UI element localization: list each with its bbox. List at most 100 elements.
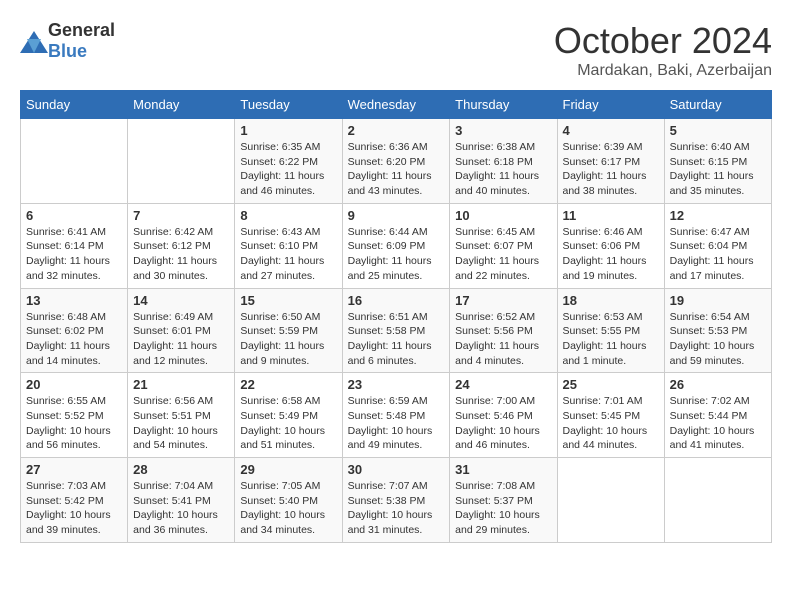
day-info: Sunrise: 6:45 AMSunset: 6:07 PMDaylight:…: [455, 225, 551, 284]
day-info: Sunrise: 6:52 AMSunset: 5:56 PMDaylight:…: [455, 310, 551, 369]
day-number: 27: [26, 462, 122, 477]
day-info: Sunrise: 7:07 AMSunset: 5:38 PMDaylight:…: [348, 479, 445, 538]
day-number: 13: [26, 293, 122, 308]
day-number: 9: [348, 208, 445, 223]
day-info: Sunrise: 7:03 AMSunset: 5:42 PMDaylight:…: [26, 479, 122, 538]
day-info: Sunrise: 6:49 AMSunset: 6:01 PMDaylight:…: [133, 310, 229, 369]
day-info: Sunrise: 6:42 AMSunset: 6:12 PMDaylight:…: [133, 225, 229, 284]
day-info: Sunrise: 6:47 AMSunset: 6:04 PMDaylight:…: [670, 225, 766, 284]
calendar-cell: 14 Sunrise: 6:49 AMSunset: 6:01 PMDayligh…: [128, 288, 235, 373]
calendar-cell: 15 Sunrise: 6:50 AMSunset: 5:59 PMDayligh…: [235, 288, 342, 373]
calendar-cell: 9 Sunrise: 6:44 AMSunset: 6:09 PMDaylight…: [342, 203, 450, 288]
calendar-cell: 3Sunrise: 6:38 AMSunset: 6:18 PMDaylight…: [450, 119, 557, 204]
day-number: 24: [455, 377, 551, 392]
calendar-cell: [557, 458, 664, 543]
day-info: Sunrise: 7:05 AMSunset: 5:40 PMDaylight:…: [240, 479, 336, 538]
day-number: 18: [563, 293, 659, 308]
day-number: 26: [670, 377, 766, 392]
day-number: 8: [240, 208, 336, 223]
day-number: 1: [240, 123, 336, 138]
day-number: 12: [670, 208, 766, 223]
day-info: Sunrise: 7:01 AMSunset: 5:45 PMDaylight:…: [563, 394, 659, 453]
day-info: Sunrise: 6:35 AMSunset: 6:22 PMDaylight:…: [240, 140, 336, 199]
calendar-cell: [128, 119, 235, 204]
day-info: Sunrise: 6:56 AMSunset: 5:51 PMDaylight:…: [133, 394, 229, 453]
day-info: Sunrise: 6:58 AMSunset: 5:49 PMDaylight:…: [240, 394, 336, 453]
calendar-cell: 16 Sunrise: 6:51 AMSunset: 5:58 PMDayligh…: [342, 288, 450, 373]
weekday-header-friday: Friday: [557, 91, 664, 119]
calendar-cell: 11Sunrise: 6:46 AMSunset: 6:06 PMDayligh…: [557, 203, 664, 288]
calendar-cell: 10 Sunrise: 6:45 AMSunset: 6:07 PMDayligh…: [450, 203, 557, 288]
day-info: Sunrise: 6:41 AMSunset: 6:14 PMDaylight:…: [26, 225, 122, 284]
month-title: October 2024: [554, 20, 772, 62]
day-info: Sunrise: 6:40 AMSunset: 6:15 PMDaylight:…: [670, 140, 766, 199]
day-info: Sunrise: 7:02 AMSunset: 5:44 PMDaylight:…: [670, 394, 766, 453]
day-number: 16: [348, 293, 445, 308]
calendar-cell: [664, 458, 771, 543]
calendar-table: SundayMondayTuesdayWednesdayThursdayFrid…: [20, 90, 772, 543]
day-number: 3: [455, 123, 551, 138]
day-number: 4: [563, 123, 659, 138]
calendar-cell: 20 Sunrise: 6:55 AMSunset: 5:52 PMDayligh…: [21, 373, 128, 458]
day-number: 14: [133, 293, 229, 308]
calendar-cell: 17 Sunrise: 6:52 AMSunset: 5:56 PMDayligh…: [450, 288, 557, 373]
weekday-header-wednesday: Wednesday: [342, 91, 450, 119]
day-info: Sunrise: 6:51 AMSunset: 5:58 PMDaylight:…: [348, 310, 445, 369]
page-header: General Blue October 2024 Mardakan, Baki…: [20, 20, 772, 80]
calendar-cell: 24 Sunrise: 7:00 AMSunset: 5:46 PMDayligh…: [450, 373, 557, 458]
calendar-cell: 30 Sunrise: 7:07 AMSunset: 5:38 PMDayligh…: [342, 458, 450, 543]
calendar-cell: 12 Sunrise: 6:47 AMSunset: 6:04 PMDayligh…: [664, 203, 771, 288]
day-info: Sunrise: 6:39 AMSunset: 6:17 PMDaylight:…: [563, 140, 659, 199]
day-info: Sunrise: 6:54 AMSunset: 5:53 PMDaylight:…: [670, 310, 766, 369]
logo: General Blue: [20, 20, 115, 62]
weekday-header-monday: Monday: [128, 91, 235, 119]
day-info: Sunrise: 6:53 AMSunset: 5:55 PMDaylight:…: [563, 310, 659, 369]
weekday-header-sunday: Sunday: [21, 91, 128, 119]
day-number: 31: [455, 462, 551, 477]
day-number: 6: [26, 208, 122, 223]
calendar-cell: 29Sunrise: 7:05 AMSunset: 5:40 PMDayligh…: [235, 458, 342, 543]
calendar-cell: [21, 119, 128, 204]
day-info: Sunrise: 6:44 AMSunset: 6:09 PMDaylight:…: [348, 225, 445, 284]
title-block: October 2024 Mardakan, Baki, Azerbaijan: [554, 20, 772, 80]
logo-text: General Blue: [48, 20, 115, 62]
day-number: 5: [670, 123, 766, 138]
calendar-cell: 25 Sunrise: 7:01 AMSunset: 5:45 PMDayligh…: [557, 373, 664, 458]
day-info: Sunrise: 7:04 AMSunset: 5:41 PMDaylight:…: [133, 479, 229, 538]
day-info: Sunrise: 6:46 AMSunset: 6:06 PMDaylight:…: [563, 225, 659, 284]
day-number: 21: [133, 377, 229, 392]
day-info: Sunrise: 6:43 AMSunset: 6:10 PMDaylight:…: [240, 225, 336, 284]
calendar-cell: 7Sunrise: 6:42 AMSunset: 6:12 PMDaylight…: [128, 203, 235, 288]
day-number: 10: [455, 208, 551, 223]
calendar-cell: 6 Sunrise: 6:41 AMSunset: 6:14 PMDaylight…: [21, 203, 128, 288]
day-number: 15: [240, 293, 336, 308]
day-info: Sunrise: 6:55 AMSunset: 5:52 PMDaylight:…: [26, 394, 122, 453]
calendar-cell: 22Sunrise: 6:58 AMSunset: 5:49 PMDayligh…: [235, 373, 342, 458]
calendar-cell: 1 Sunrise: 6:35 AMSunset: 6:22 PMDaylight…: [235, 119, 342, 204]
day-info: Sunrise: 7:08 AMSunset: 5:37 PMDaylight:…: [455, 479, 551, 538]
day-number: 19: [670, 293, 766, 308]
weekday-header-saturday: Saturday: [664, 91, 771, 119]
calendar-cell: 13 Sunrise: 6:48 AMSunset: 6:02 PMDayligh…: [21, 288, 128, 373]
day-info: Sunrise: 6:48 AMSunset: 6:02 PMDaylight:…: [26, 310, 122, 369]
day-info: Sunrise: 6:50 AMSunset: 5:59 PMDaylight:…: [240, 310, 336, 369]
calendar-cell: 19 Sunrise: 6:54 AMSunset: 5:53 PMDayligh…: [664, 288, 771, 373]
weekday-header-tuesday: Tuesday: [235, 91, 342, 119]
day-number: 30: [348, 462, 445, 477]
calendar-cell: 28Sunrise: 7:04 AMSunset: 5:41 PMDayligh…: [128, 458, 235, 543]
calendar-cell: 31 Sunrise: 7:08 AMSunset: 5:37 PMDayligh…: [450, 458, 557, 543]
location-title: Mardakan, Baki, Azerbaijan: [554, 62, 772, 80]
day-info: Sunrise: 6:59 AMSunset: 5:48 PMDaylight:…: [348, 394, 445, 453]
day-number: 17: [455, 293, 551, 308]
calendar-cell: 27 Sunrise: 7:03 AMSunset: 5:42 PMDayligh…: [21, 458, 128, 543]
day-number: 20: [26, 377, 122, 392]
calendar-cell: 5 Sunrise: 6:40 AMSunset: 6:15 PMDaylight…: [664, 119, 771, 204]
day-number: 23: [348, 377, 445, 392]
day-number: 25: [563, 377, 659, 392]
day-info: Sunrise: 7:00 AMSunset: 5:46 PMDaylight:…: [455, 394, 551, 453]
logo-icon: [20, 31, 44, 51]
weekday-header-thursday: Thursday: [450, 91, 557, 119]
day-number: 2: [348, 123, 445, 138]
day-info: Sunrise: 6:36 AMSunset: 6:20 PMDaylight:…: [348, 140, 445, 199]
calendar-cell: 23 Sunrise: 6:59 AMSunset: 5:48 PMDayligh…: [342, 373, 450, 458]
